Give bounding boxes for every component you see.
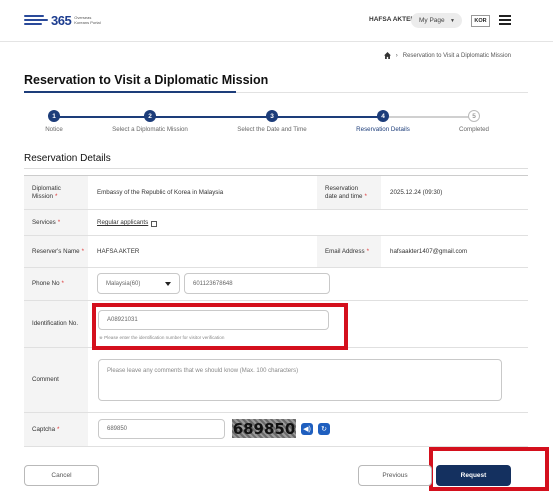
step-number: 1 [48,110,60,122]
my-page-dropdown[interactable]: My Page ▼ [411,13,462,28]
captcha-label-text: Captcha [32,425,56,433]
comment-label: Comment [24,348,88,412]
identification-label: Identification No. [24,301,88,347]
chevron-down-icon [165,282,171,286]
my-page-label: My Page [419,17,445,24]
cancel-button[interactable]: Cancel [24,465,99,486]
phone-country-select[interactable]: Malaysia(60) [97,273,180,294]
progress-stepper: 1 Notice 2 Select a Diplomatic Mission 3… [24,110,528,140]
services-value: Regular applicants [97,210,158,235]
title-divider [236,92,528,93]
step-label: Select a Diplomatic Mission [112,126,188,133]
language-button[interactable]: KOR [471,15,490,27]
required-mark: * [57,218,61,226]
external-link-icon[interactable] [151,220,158,227]
step-select-mission: 2 Select a Diplomatic Mission [100,110,200,133]
required-mark: * [366,247,369,255]
required-mark: * [61,280,64,287]
section-divider [24,168,528,169]
breadcrumb-current: Reservation to Visit a Diplomatic Missio… [402,52,511,59]
datetime-label-line2: date and time [325,192,363,200]
site-header: 365 Overseas Koreans Portal HAFSA AKTER … [0,0,553,42]
reserver-label: Reserver's Name * [24,236,88,267]
step-select-datetime: 3 Select the Date and Time [222,110,322,133]
row-name-email: Reserver's Name * HAFSA AKTER Email Addre… [24,236,528,268]
required-mark: * [364,192,367,200]
captcha-image: 689850 [232,419,296,438]
row-phone: Phone No * Malaysia(60) 601123678648 [24,268,528,301]
row-captcha: Captcha * 689850 689850 ◀) ↻ [24,413,528,447]
row-comment: Comment Please leave any comments that w… [24,348,528,413]
user-name: HAFSA AKTER [369,16,416,23]
step-label: Select the Date and Time [237,126,307,133]
services-label: Services * [24,210,88,235]
step-number: 2 [144,110,156,122]
phone-number-input[interactable]: 601123678648 [184,273,330,294]
step-label: Notice [45,126,63,133]
reserver-value: HAFSA AKTER [97,248,140,255]
row-mission-datetime: Diplomatic Mission * Embassy of the Republ… [24,176,528,210]
logo-text-line2: Koreans Portal [74,20,101,25]
step-reservation-details: 4 Reservation Details [333,110,433,133]
highlight-box-identification [92,303,348,350]
caret-down-icon: ▼ [450,18,455,24]
mission-label-line1: Diplomatic [32,184,61,192]
required-mark: * [54,192,58,200]
logo-text: Overseas Koreans Portal [74,15,100,25]
required-mark: * [57,425,60,433]
breadcrumb: › Reservation to Visit a Diplomatic Miss… [383,52,511,59]
logo-number: 365 [51,12,72,28]
home-icon[interactable] [383,52,391,59]
mission-label-line2: Mission [32,192,53,200]
mission-label: Diplomatic Mission * [24,176,88,209]
step-label: Completed [459,126,489,133]
required-mark: * [81,247,85,255]
datetime-label-line1: Reservation [325,184,359,192]
site-logo[interactable]: 365 Overseas Koreans Portal [24,12,101,28]
phone-label-text: Phone No [32,280,60,287]
datetime-label: Reservation date and time * [317,176,381,209]
title-underline [24,91,236,93]
row-services: Services * Regular applicants [24,210,528,236]
request-button[interactable]: Request [436,465,511,486]
services-label-text: Services [32,218,56,226]
section-title: Reservation Details [24,153,111,164]
email-value: hafsaakter1407@gmail.com [390,248,468,255]
previous-button[interactable]: Previous [358,465,432,486]
step-number: 5 [468,110,480,122]
refresh-icon[interactable]: ↻ [318,423,330,435]
menu-icon[interactable] [499,15,511,26]
audio-icon[interactable]: ◀) [301,423,313,435]
services-link[interactable]: Regular applicants [97,219,148,226]
captcha-label: Captcha * [24,413,88,446]
step-completed: 5 Completed [424,110,524,133]
captcha-input[interactable]: 689850 [98,419,225,439]
step-number: 3 [266,110,278,122]
mission-value: Embassy of the Republic of Korea in Mala… [97,189,224,196]
phone-label: Phone No * [24,268,88,300]
phone-country-value: Malaysia(60) [106,280,141,287]
chevron-right-icon: › [395,52,398,59]
step-notice: 1 Notice [4,110,104,133]
comment-textarea[interactable]: Please leave any comments that we should… [98,359,502,401]
email-label: Email Address * [317,236,381,267]
logo-swoosh-icon [24,12,50,28]
email-label-text: Email Address [325,247,365,255]
reserver-label-text: Reserver's Name [32,247,80,255]
page-title: Reservation to Visit a Diplomatic Missio… [24,73,269,87]
step-label: Reservation Details [356,126,410,133]
datetime-value: 2025.12.24 (09:30) [390,189,443,196]
reservation-form: Diplomatic Mission * Embassy of the Republ… [24,175,528,447]
step-number: 4 [377,110,389,122]
